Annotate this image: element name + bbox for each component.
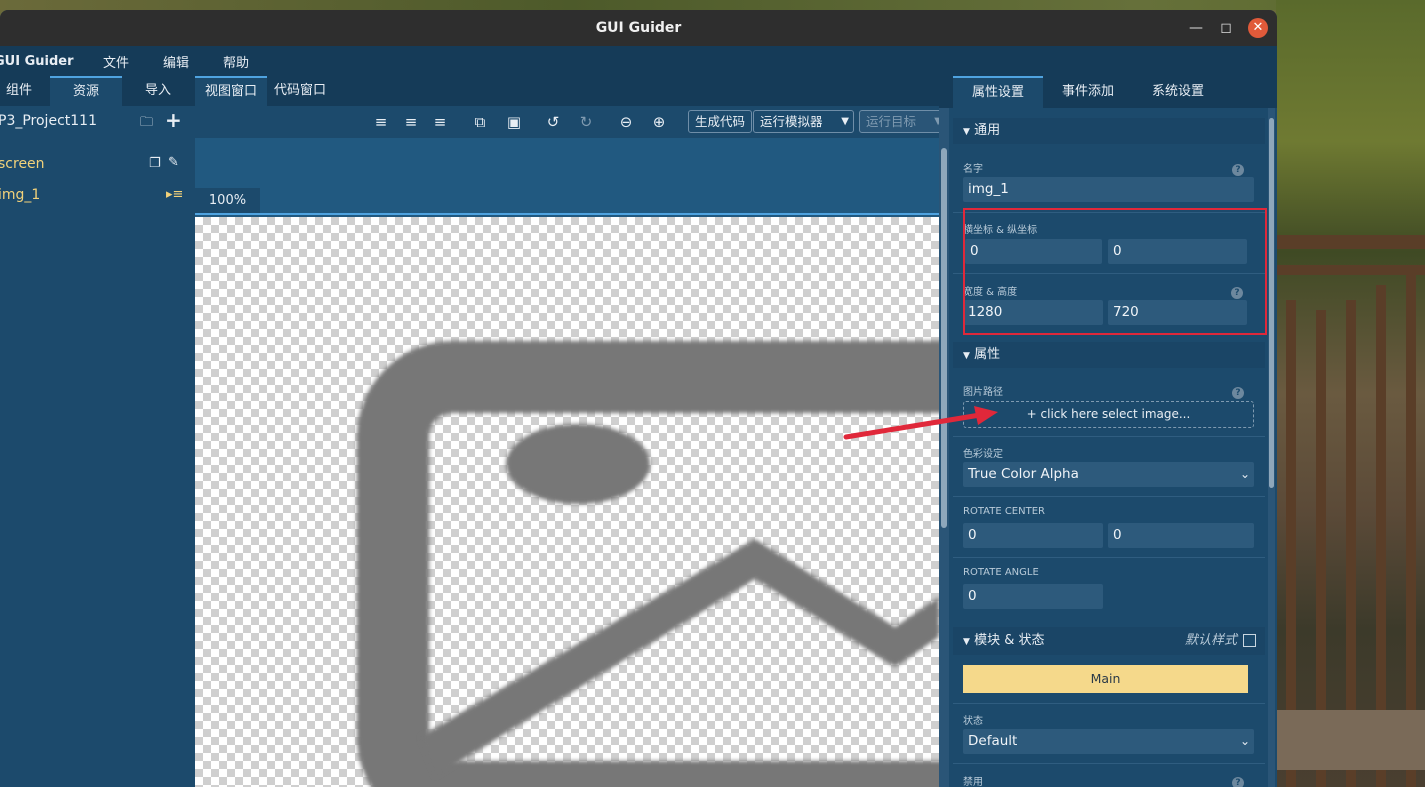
left-scrollbar-thumb[interactable] bbox=[941, 148, 947, 528]
default-style-label: 默认样式 bbox=[1185, 633, 1238, 648]
default-style-checkbox[interactable] bbox=[1243, 634, 1256, 647]
desktop-wallpaper-top bbox=[0, 0, 1425, 10]
rotate-center-x-input[interactable]: 0 bbox=[963, 523, 1103, 548]
zoom-level[interactable]: 100% bbox=[195, 188, 260, 214]
section-attributes-label: 属性 bbox=[974, 347, 1001, 362]
menu-app-name: GUI Guider bbox=[0, 53, 74, 69]
properties-scrollbar[interactable] bbox=[1268, 108, 1275, 787]
divider bbox=[953, 496, 1265, 497]
divider bbox=[953, 763, 1265, 764]
section-attributes[interactable]: ▼ 属性 bbox=[953, 342, 1265, 368]
close-icon[interactable]: ✕ bbox=[1248, 18, 1268, 38]
caret-down-icon: ▼ bbox=[963, 127, 970, 137]
right-tabs: 属性设置 事件添加 系统设置 bbox=[939, 76, 1277, 108]
color-label: 色彩设定 bbox=[963, 449, 1003, 460]
main-part-button[interactable]: Main bbox=[963, 665, 1248, 693]
tab-code-window[interactable]: 代码窗口 bbox=[264, 76, 336, 106]
caret-down-icon: ▼ bbox=[963, 637, 970, 647]
zoom-in-icon[interactable]: ⊕ bbox=[648, 112, 670, 132]
chevron-down-icon: ▼ bbox=[841, 116, 849, 127]
arrow-annotation-icon bbox=[843, 406, 998, 440]
send-backward-icon[interactable]: ▣ bbox=[503, 112, 525, 132]
state-select[interactable]: Default ⌄ bbox=[963, 729, 1254, 754]
select-image-button[interactable]: + click here select image... bbox=[963, 401, 1254, 428]
tab-events[interactable]: 事件添加 bbox=[1043, 76, 1133, 108]
menu-help[interactable]: 帮助 bbox=[223, 52, 249, 71]
tab-view-window[interactable]: 视图窗口 bbox=[195, 76, 268, 106]
zoom-out-icon[interactable]: ⊖ bbox=[615, 112, 637, 132]
redo-icon[interactable]: ↻ bbox=[575, 112, 597, 132]
name-label: 名字 bbox=[963, 164, 983, 175]
caret-down-icon: ▼ bbox=[963, 351, 970, 361]
folder-icon[interactable]: 🗀 bbox=[140, 113, 153, 135]
tab-components[interactable]: 组件 bbox=[0, 76, 44, 106]
state-select-value: Default bbox=[968, 733, 1018, 749]
main-part-label: Main bbox=[1090, 671, 1121, 686]
left-tabs: 组件 资源 导入 bbox=[0, 76, 195, 106]
rotate-angle-input[interactable]: 0 bbox=[963, 584, 1103, 609]
section-general-label: 通用 bbox=[974, 123, 1001, 138]
tree-item-screen[interactable]: screen bbox=[0, 152, 45, 176]
align-center-icon[interactable]: ≡ bbox=[400, 112, 422, 132]
align-left-icon[interactable]: ≡ bbox=[370, 112, 392, 132]
select-image-label: + click here select image... bbox=[1026, 407, 1191, 421]
minimize-icon[interactable]: — bbox=[1186, 18, 1206, 38]
section-style-label: 模块 & 状态 bbox=[974, 633, 1045, 648]
copy-icon[interactable]: ❐ bbox=[149, 156, 161, 171]
zoom-underline bbox=[195, 213, 939, 215]
help-icon[interactable]: ? bbox=[1232, 164, 1244, 176]
section-style[interactable]: ▼ 模块 & 状态 默认样式 bbox=[953, 627, 1265, 655]
rotate-center-label: ROTATE CENTER bbox=[963, 506, 1045, 517]
left-panel: 组件 资源 导入 P3_Project111 🗀 + screen ❐ ✎ im… bbox=[0, 76, 195, 787]
rotate-angle-label: ROTATE ANGLE bbox=[963, 567, 1039, 578]
add-icon[interactable]: + bbox=[165, 108, 182, 132]
run-simulator-label: 运行模拟器 bbox=[760, 114, 823, 129]
center-tabs: 视图窗口 代码窗口 bbox=[195, 76, 939, 106]
window-title: GUI Guider bbox=[595, 20, 682, 36]
run-target-label: 运行目标 bbox=[866, 114, 917, 129]
menu-bar: GUI Guider 文件 编辑 帮助 bbox=[0, 46, 1277, 76]
list-icon[interactable]: ▸≡ bbox=[166, 187, 183, 202]
edit-icon[interactable]: ✎ bbox=[168, 155, 179, 170]
tab-import[interactable]: 导入 bbox=[122, 76, 194, 106]
run-target-button[interactable]: 运行目标 ▼ bbox=[859, 110, 947, 133]
bring-forward-icon[interactable]: ⧉ bbox=[469, 112, 491, 132]
highlight-annotation-box bbox=[963, 208, 1267, 335]
toolbar: ≡ ≡ ≡ ⧉ ▣ ↺ ↻ ⊖ ⊕ 生成代码 运行模拟器 ▼ 运行目标 ▼ bbox=[195, 106, 947, 138]
center-area: 视图窗口 代码窗口 ≡ ≡ ≡ ⧉ ▣ ↺ ↻ ⊖ ⊕ 生成代码 运行模拟器 ▼… bbox=[195, 76, 947, 787]
image-placeholder-icon bbox=[357, 341, 939, 787]
color-select[interactable]: True Color Alpha ⌄ bbox=[963, 462, 1254, 487]
divider bbox=[953, 557, 1265, 558]
menu-file[interactable]: 文件 bbox=[103, 52, 129, 71]
rotate-center-y-input[interactable]: 0 bbox=[1108, 523, 1254, 548]
properties-scrollbar-thumb[interactable] bbox=[1269, 118, 1274, 488]
undo-icon[interactable]: ↺ bbox=[542, 112, 564, 132]
desktop-wallpaper bbox=[1276, 0, 1425, 787]
title-bar[interactable]: GUI Guider — ◻ ✕ bbox=[0, 10, 1277, 46]
help-icon[interactable]: ? bbox=[1232, 387, 1244, 399]
run-simulator-button[interactable]: 运行模拟器 ▼ bbox=[753, 110, 854, 133]
tab-resources[interactable]: 资源 bbox=[50, 76, 122, 106]
generate-code-button[interactable]: 生成代码 bbox=[688, 110, 753, 133]
help-icon[interactable]: ? bbox=[1232, 777, 1244, 787]
section-general[interactable]: ▼ 通用 bbox=[953, 118, 1265, 144]
state-label: 状态 bbox=[963, 716, 983, 727]
chevron-down-icon: ⌄ bbox=[1239, 734, 1250, 748]
align-right-icon[interactable]: ≡ bbox=[429, 112, 451, 132]
maximize-icon[interactable]: ◻ bbox=[1216, 18, 1236, 38]
disabled-label: 禁用 bbox=[963, 777, 983, 787]
image-path-label: 图片路径 bbox=[963, 387, 1003, 398]
tree-item-img-1[interactable]: img_1 bbox=[0, 183, 40, 207]
app-window: GUI Guider — ◻ ✕ GUI Guider 文件 编辑 帮助 组件 … bbox=[0, 10, 1277, 787]
tab-properties[interactable]: 属性设置 bbox=[953, 76, 1043, 108]
tab-system[interactable]: 系统设置 bbox=[1133, 76, 1223, 108]
design-canvas[interactable] bbox=[195, 217, 939, 787]
name-input[interactable]: img_1 bbox=[963, 177, 1254, 202]
divider bbox=[953, 703, 1265, 704]
color-select-value: True Color Alpha bbox=[968, 466, 1079, 482]
menu-edit[interactable]: 编辑 bbox=[163, 52, 189, 71]
project-name: P3_Project111 bbox=[0, 113, 97, 129]
chevron-down-icon: ⌄ bbox=[1239, 467, 1250, 481]
left-scrollbar[interactable] bbox=[939, 108, 949, 787]
